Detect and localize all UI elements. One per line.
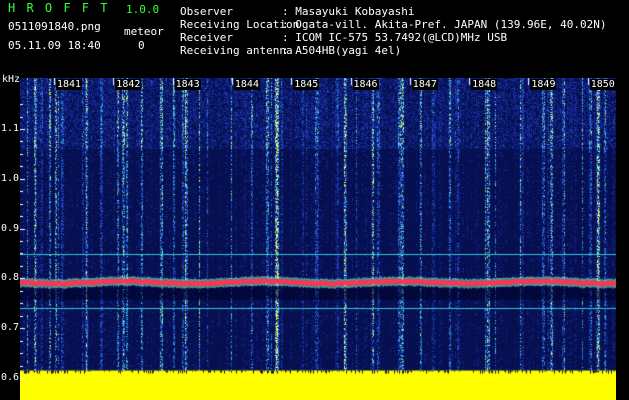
hroft-window: H R O F F T 1.0.0 0511091840.png meteor … bbox=[0, 0, 629, 400]
y-tick-label: 0.8 bbox=[1, 272, 20, 284]
location-value: : Ogata-vill. Akita-Pref. JAPAN (139.96E… bbox=[282, 18, 607, 31]
y-tick-label: 0.9 bbox=[1, 222, 20, 234]
y-tick-label: 1.0 bbox=[1, 172, 20, 184]
y-tick-label: 0.6 bbox=[1, 372, 20, 383]
spectrogram-canvas bbox=[20, 78, 616, 400]
x-tick-label: 1845 bbox=[293, 79, 320, 90]
x-tick-label: 1850 bbox=[589, 79, 616, 90]
antenna-label: Receiving antenna bbox=[180, 44, 293, 57]
x-tick-label: 1843 bbox=[174, 79, 201, 90]
y-axis-unit: kHz bbox=[2, 74, 21, 85]
meteor-label: meteor bbox=[124, 25, 164, 38]
app-version: 1.0.0 bbox=[126, 3, 160, 16]
x-tick-label: 1846 bbox=[352, 79, 379, 90]
x-tick-label: 1844 bbox=[233, 79, 260, 90]
y-tick-label: 1.1 bbox=[1, 123, 20, 134]
meteor-count: 0 bbox=[138, 39, 145, 52]
x-tick-label: 1841 bbox=[56, 79, 83, 90]
x-tick-label: 1848 bbox=[471, 79, 498, 90]
x-tick-label: 1849 bbox=[530, 79, 557, 90]
receiver-label: Receiver bbox=[180, 31, 233, 44]
app-title: H R O F F T bbox=[8, 1, 110, 15]
receiver-value: : ICOM IC-575 53.7492(@LCD)MHz USB bbox=[282, 31, 508, 44]
antenna-value: : A504HB(yagi 4el) bbox=[282, 44, 402, 57]
file-datetime: 05.11.09 18:40 bbox=[8, 39, 101, 52]
observer-label: Observer bbox=[180, 5, 233, 18]
x-tick-label: 1847 bbox=[411, 79, 438, 90]
observer-value: : Masayuki Kobayashi bbox=[282, 5, 415, 18]
file-name: 0511091840.png bbox=[8, 20, 101, 33]
y-tick-label: 0.7 bbox=[1, 322, 20, 334]
x-tick-label: 1842 bbox=[115, 79, 142, 90]
